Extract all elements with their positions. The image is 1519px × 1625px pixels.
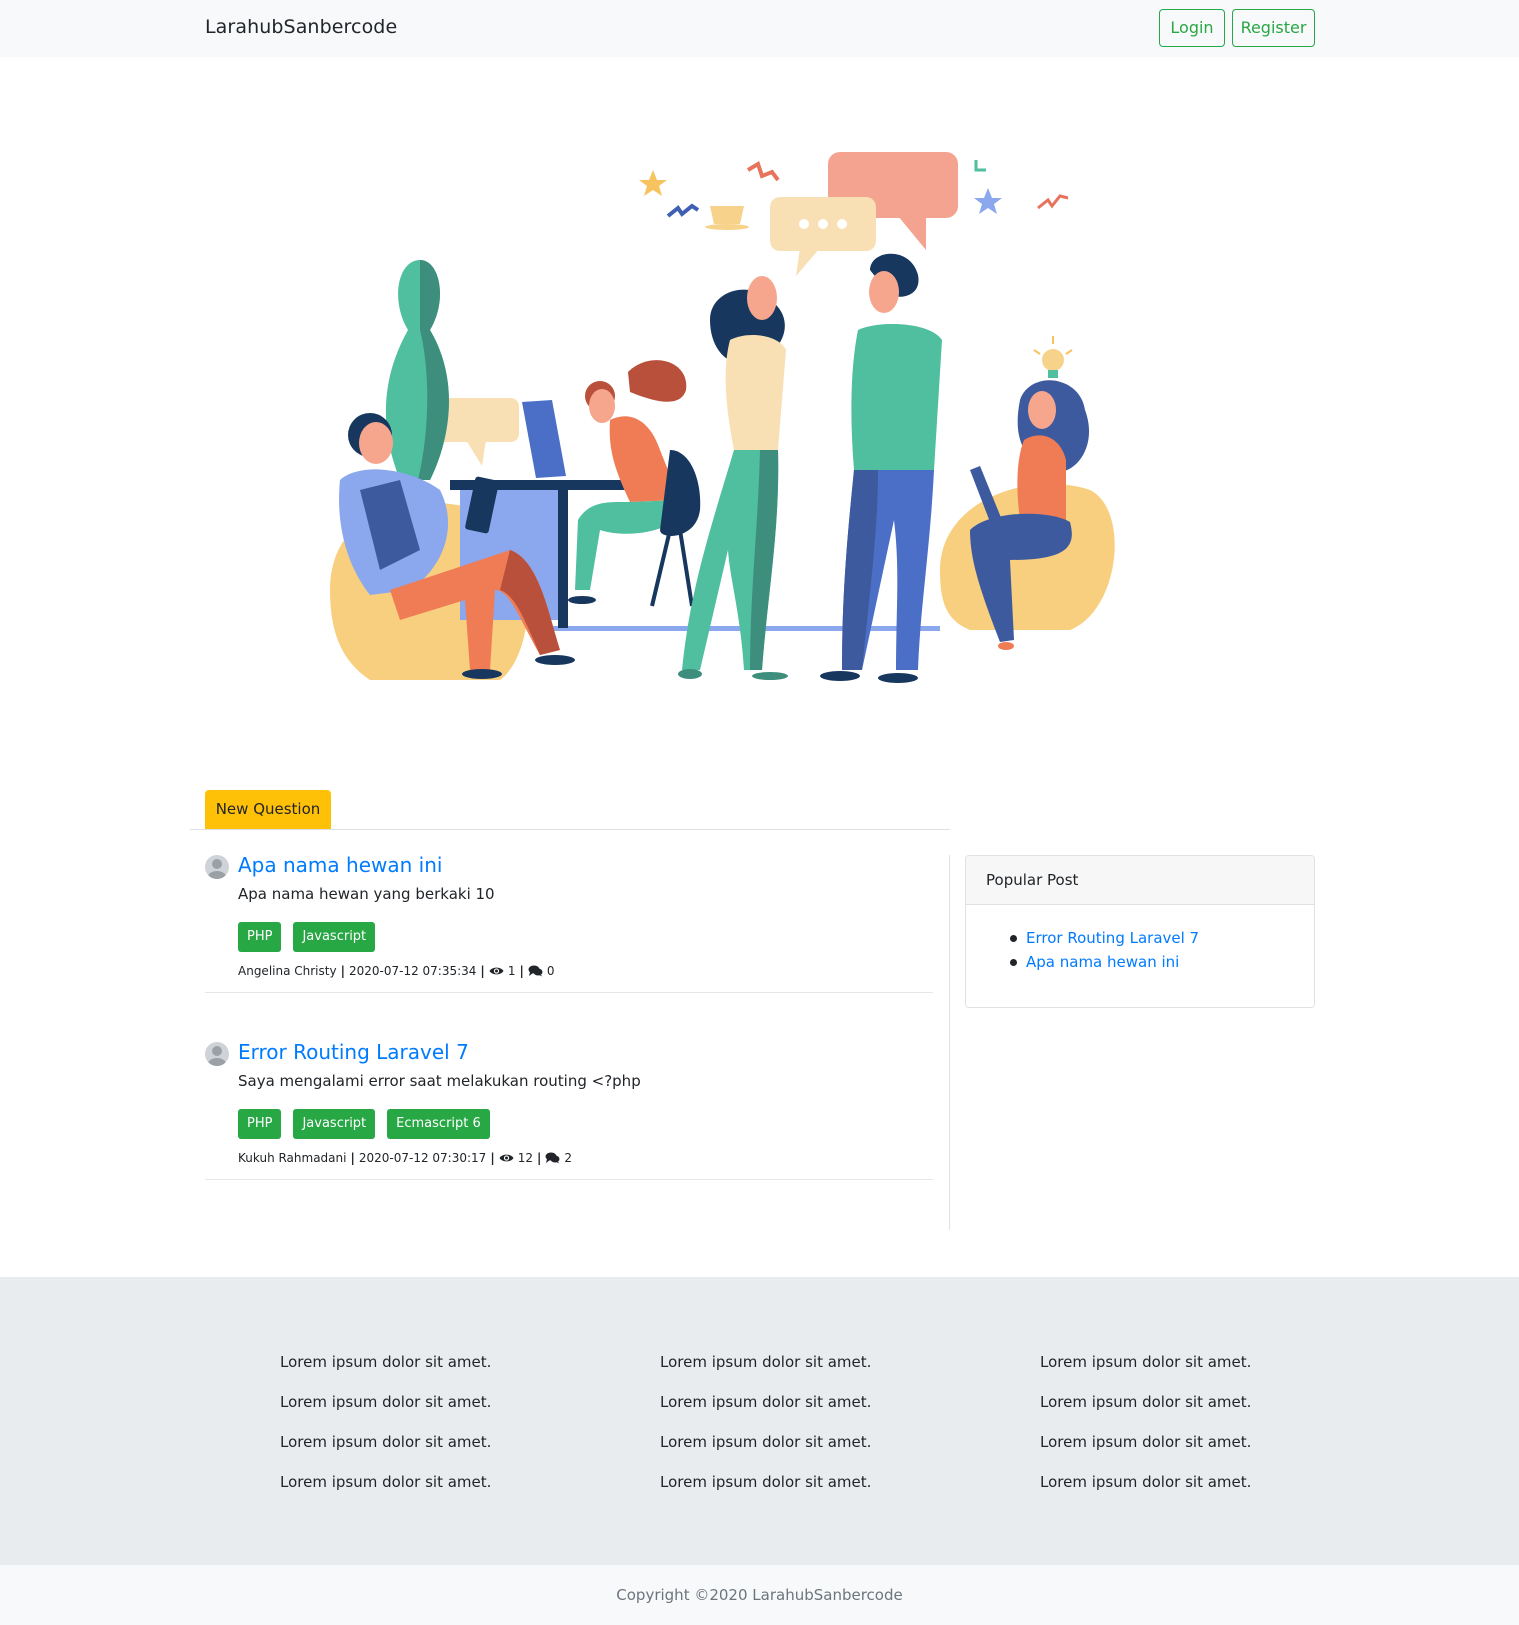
question-meta: Kukuh Rahmadani | 2020-07-12 07:30:17 | … <box>238 1151 572 1165</box>
user-avatar-icon <box>205 1042 229 1066</box>
question-answers: 0 <box>546 964 555 978</box>
footer-link[interactable]: Lorem ipsum dolor sit amet. <box>280 1422 491 1462</box>
login-button[interactable]: Login <box>1159 9 1225 47</box>
question-views: 1 <box>507 964 516 978</box>
question-item: Error Routing Laravel 7 Saya mengalami e… <box>205 1040 933 1180</box>
tag-php[interactable]: PHP <box>238 1109 282 1139</box>
footer: Lorem ipsum dolor sit amet. Lorem ipsum … <box>0 1277 1519 1565</box>
popular-post-list: Error Routing Laravel 7 Apa nama hewan i… <box>1009 926 1199 974</box>
question-title-link[interactable]: Apa nama hewan ini <box>238 853 442 877</box>
comments-icon <box>545 1152 560 1164</box>
meta-separator: | <box>536 1151 542 1165</box>
question-tags: PHP Javascript Ecmascript 6 <box>238 1109 490 1139</box>
footer-link[interactable]: Lorem ipsum dolor sit amet. <box>280 1342 491 1382</box>
meta-separator: | <box>490 1151 495 1165</box>
question-views: 12 <box>517 1151 533 1165</box>
popular-post-link[interactable]: Error Routing Laravel 7 <box>1009 926 1199 950</box>
copyright-text: Copyright ©2020 LarahubSanbercode <box>0 1565 1519 1625</box>
navbar: LarahubSanbercode Login Register <box>0 0 1519 57</box>
question-body: Apa nama hewan yang berkaki 10 <box>238 885 495 903</box>
question-tabs: New Question <box>190 790 950 830</box>
meta-separator: | <box>350 1151 355 1165</box>
footer-link[interactable]: Lorem ipsum dolor sit amet. <box>1040 1462 1251 1502</box>
meta-separator: | <box>480 964 485 978</box>
popular-post-card: Popular Post Error Routing Laravel 7 Apa… <box>965 855 1315 1008</box>
question-author: Kukuh Rahmadani <box>238 1151 347 1165</box>
brand-logo[interactable]: LarahubSanbercode <box>205 16 397 38</box>
tag-javascript[interactable]: Javascript <box>293 1109 376 1139</box>
question-date: 2020-07-12 07:35:34 <box>348 964 477 978</box>
tag-php[interactable]: PHP <box>238 922 282 952</box>
question-meta: Angelina Christy | 2020-07-12 07:35:34 |… <box>238 964 554 978</box>
popular-post-title: Popular Post <box>966 856 1314 905</box>
tag-javascript[interactable]: Javascript <box>293 922 376 952</box>
question-body: Saya mengalami error saat melakukan rout… <box>238 1072 641 1090</box>
new-question-tab[interactable]: New Question <box>205 790 331 829</box>
footer-column: Lorem ipsum dolor sit amet. Lorem ipsum … <box>1040 1342 1251 1502</box>
tag-ecmascript-6[interactable]: Ecmascript 6 <box>387 1109 490 1139</box>
user-avatar-icon <box>205 855 229 879</box>
meta-separator: | <box>340 964 345 978</box>
footer-link[interactable]: Lorem ipsum dolor sit amet. <box>1040 1422 1251 1462</box>
footer-link[interactable]: Lorem ipsum dolor sit amet. <box>280 1382 491 1422</box>
footer-link[interactable]: Lorem ipsum dolor sit amet. <box>1040 1342 1251 1382</box>
register-button[interactable]: Register <box>1232 9 1315 47</box>
footer-column: Lorem ipsum dolor sit amet. Lorem ipsum … <box>660 1342 871 1502</box>
footer-link[interactable]: Lorem ipsum dolor sit amet. <box>280 1462 491 1502</box>
question-item: Apa nama hewan ini Apa nama hewan yang b… <box>205 853 933 993</box>
question-list: Apa nama hewan ini Apa nama hewan yang b… <box>190 853 950 1230</box>
question-title-link[interactable]: Error Routing Laravel 7 <box>238 1040 469 1064</box>
meta-separator: | <box>519 964 524 978</box>
hero-illustration <box>330 152 1115 683</box>
comments-icon <box>528 965 543 977</box>
eye-icon <box>499 1154 514 1162</box>
eye-icon <box>489 967 504 975</box>
footer-link[interactable]: Lorem ipsum dolor sit amet. <box>1040 1382 1251 1422</box>
question-date: 2020-07-12 07:30:17 <box>358 1151 487 1165</box>
footer-link[interactable]: Lorem ipsum dolor sit amet. <box>660 1382 871 1422</box>
question-tags: PHP Javascript <box>238 922 376 952</box>
question-answers: 2 <box>564 1151 573 1165</box>
footer-column: Lorem ipsum dolor sit amet. Lorem ipsum … <box>280 1342 491 1502</box>
footer-link[interactable]: Lorem ipsum dolor sit amet. <box>660 1342 871 1382</box>
popular-post-link[interactable]: Apa nama hewan ini <box>1009 950 1199 974</box>
question-author: Angelina Christy <box>238 964 337 978</box>
footer-link[interactable]: Lorem ipsum dolor sit amet. <box>660 1462 871 1502</box>
footer-link[interactable]: Lorem ipsum dolor sit amet. <box>660 1422 871 1462</box>
